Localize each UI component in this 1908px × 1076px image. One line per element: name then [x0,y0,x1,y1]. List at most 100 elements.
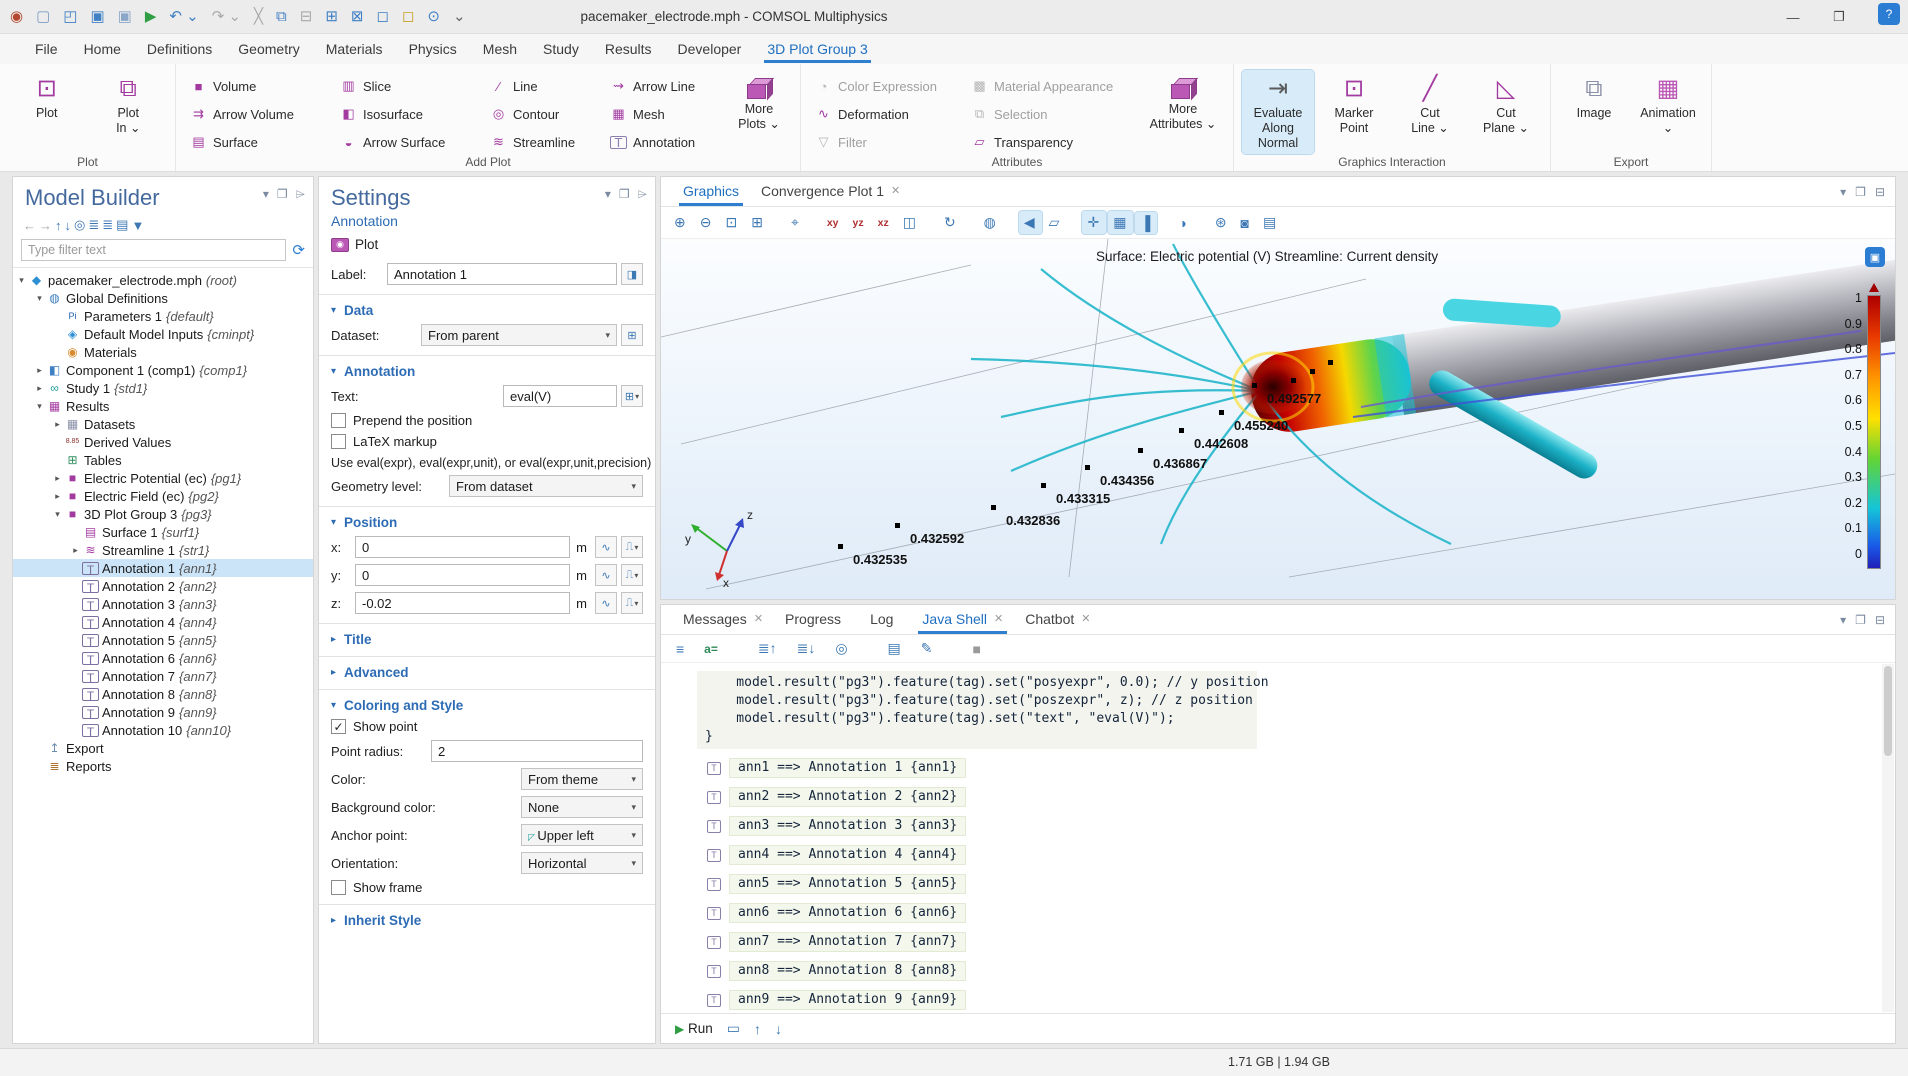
console-tool-icon[interactable]: ■ [968,638,988,660]
panel-mini-icon[interactable]: ❐ [1855,613,1866,627]
tree-node[interactable]: ▾ ◍ Global Definitions [13,289,313,307]
panel-mini-icon[interactable]: ▾ [1840,613,1846,627]
geometry-level-select[interactable]: From dataset▾ [449,475,643,497]
tree-expander[interactable]: ▸ [51,473,64,484]
qat-icon[interactable]: ⊙ [427,9,440,24]
addplot-button[interactable]: ◎ Contour [484,102,600,126]
tree-node[interactable]: T Annotation 1 {ann1} [13,559,313,577]
graphics-tool-icon[interactable]: ◫ [898,211,923,234]
panel-mini-icon[interactable]: ❐ [619,187,630,202]
assistant-icon[interactable]: ? [1878,3,1900,25]
console-tool-icon[interactable]: ▤ [883,637,908,660]
panel-mini-icon[interactable]: ▾ [1840,185,1846,199]
console-tab[interactable]: Messages ✕ [673,606,773,634]
ribbon-tab[interactable]: Definitions [134,36,225,63]
toolbar-icon[interactable]: ↑ [55,218,56,233]
tree-node[interactable]: ▸ ◧ Component 1 (comp1) {comp1} [13,361,313,379]
history-prev-icon[interactable]: ↑ [754,1021,761,1037]
qat-icon[interactable]: ╳ [254,9,263,24]
qat-icon[interactable]: ⧉ [276,9,287,24]
console-tool-icon[interactable]: ≣↓ [792,637,823,660]
attribute-button[interactable]: ◔ Color Expression [809,74,961,98]
position-x-input[interactable]: 0 [355,536,570,558]
position-z-input[interactable]: -0.02 [355,592,570,614]
tree-expander[interactable]: ▸ [51,491,64,502]
graphics-tool-icon[interactable] [965,220,977,226]
tree-expander[interactable]: ▾ [33,293,46,304]
qat-icon[interactable]: ⊠ [351,9,364,24]
qat-icon[interactable]: ⊞ [325,9,338,24]
plot-tools-icon[interactable]: ▣ [1865,247,1885,267]
tree-node[interactable]: ◈ Default Model Inputs {cminpt} [13,325,313,343]
console-tool-icon[interactable] [733,646,745,652]
qat-icon[interactable]: ▣ [118,9,132,24]
attribute-button[interactable]: ∿ Deformation [809,102,961,126]
ribbon-tab[interactable]: Materials [313,36,396,63]
plot-expression-icon[interactable]: ∿ [595,564,617,586]
plot-in-button[interactable]: ⧉ Plot In ⌄ [90,70,168,154]
java-shell-output[interactable]: model.result("pg3").feature(tag).set("po… [661,663,1895,1015]
toolbar-icon[interactable]: ◎ [74,217,79,233]
attribute-button[interactable]: ⧉ Selection [965,102,1137,126]
tree-node[interactable]: ▾ ■ 3D Plot Group 3 {pg3} [13,505,313,523]
run-button[interactable]: ▶ Run [675,1021,713,1036]
insert-expression-icon[interactable]: ⊞▾ [621,385,643,407]
graphics-tool-icon[interactable]: ⊞ [746,211,770,234]
graphics-tool-icon[interactable]: yz [848,214,871,232]
attribute-button[interactable]: ▩ Material Appearance [965,74,1137,98]
tree-node[interactable]: ≣ Reports [13,757,313,775]
graphics-tool-icon[interactable]: ⊖ [695,211,719,234]
panel-mini-icon[interactable]: ▾ [263,187,269,202]
section-header-advanced[interactable]: ▸Advanced [319,662,655,683]
ribbon-tab[interactable]: Physics [396,36,470,63]
section-header-data[interactable]: ▾Data [319,300,655,321]
panel-mini-icon[interactable]: ▾ [605,187,611,202]
attribute-button[interactable]: ▽ Filter [809,130,961,154]
plot-expression-icon[interactable]: ∿ [595,592,617,614]
tree-node[interactable]: 8.85 Derived Values [13,433,313,451]
close-tab-icon[interactable]: ✕ [891,184,900,197]
qat-icon[interactable]: ◉ [10,9,23,24]
graphics-tool-icon[interactable]: ⊡ [720,211,744,234]
anchor-point-select[interactable]: ◸ Upper left▾ [521,824,643,846]
settings-plot-button[interactable]: ◉ Plot [319,235,655,260]
section-header-position[interactable]: ▾Position [319,512,655,533]
graphics-tool-icon[interactable]: ⊛ [1210,211,1234,234]
ribbon-tab[interactable]: Mesh [470,36,530,63]
tree-node[interactable]: ▤ Surface 1 {surf1} [13,523,313,541]
qat-icon[interactable]: ▣ [90,9,104,24]
graphics-tool-icon[interactable]: ✛ [1082,211,1106,234]
tree-expander[interactable]: ▾ [33,401,46,412]
tab-graphics[interactable]: Graphics [673,178,749,206]
graphics-tool-icon[interactable]: ▤ [1258,211,1283,234]
tree-node[interactable]: T Annotation 9 {ann9} [13,703,313,721]
close-tab-icon[interactable]: ✕ [994,612,1003,625]
section-header-annotation[interactable]: ▾Annotation [319,361,655,382]
addplot-button[interactable]: ■ Volume [184,74,330,98]
console-tool-icon[interactable] [948,646,960,652]
interaction-button[interactable]: ╱ Cut Line ⌄ [1394,70,1466,154]
maximize-button[interactable]: ❐ [1816,0,1862,34]
toolbar-icon[interactable]: ≣ [102,217,107,233]
tree-node[interactable]: ▸ ■ Electric Potential (ec) {pg1} [13,469,313,487]
qat-icon[interactable]: ↷ ⌄ [212,9,241,24]
tree-node[interactable]: ▸ ▦ Datasets [13,415,313,433]
qat-icon[interactable]: ▢ [36,9,50,24]
graphics-tool-icon[interactable]: ◀ [1019,211,1042,234]
graphics-tool-icon[interactable] [1196,220,1208,226]
addplot-button[interactable]: ◧ Isosurface [334,102,480,126]
console-tab[interactable]: Progress [775,606,858,634]
attribute-button[interactable]: ▱ Transparency [965,130,1137,154]
tree-expander[interactable]: ▾ [15,275,28,286]
graphics-tool-icon[interactable]: xy [822,214,846,232]
background-color-select[interactable]: None▾ [521,796,643,818]
graphics-tool-icon[interactable]: ◑ [1173,212,1193,234]
tree-node[interactable]: T Annotation 6 {ann6} [13,649,313,667]
console-mode-icon[interactable]: ▭ [727,1020,740,1037]
console-tool-icon[interactable]: ≣↑ [753,637,784,660]
expression-menu-icon[interactable]: ⎍▾ [621,536,643,558]
graphics-tool-icon[interactable]: ◍ [979,211,1003,234]
console-tool-icon[interactable]: ≡ [671,638,691,660]
export-button[interactable]: ⧉ Image [1559,70,1629,154]
console-tab[interactable]: Chatbot ✕ [1015,606,1100,634]
